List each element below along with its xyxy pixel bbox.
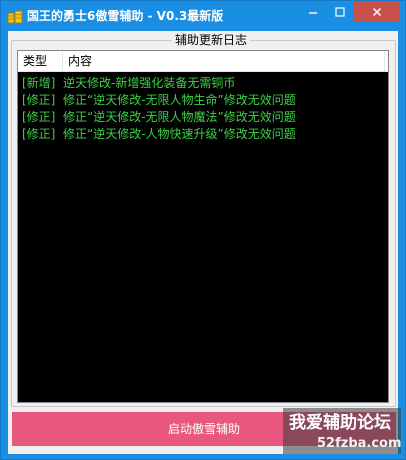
list-item[interactable]: [新增] 逆天修改-新增强化装备无需铜币: [18, 75, 388, 92]
list-item[interactable]: [修正] 修正“逆天修改-人物快速升级”修改无效问题: [18, 126, 388, 143]
row-content: 修正“逆天修改-无限人物生命”修改无效问题: [63, 93, 296, 107]
watermark-url: 52fzba.com: [317, 436, 401, 451]
minimize-icon: [308, 2, 318, 21]
watermark-text: 我爱辅助论坛: [289, 413, 391, 433]
list-item[interactable]: [修正] 修正“逆天修改-无限人物生命”修改无效问题: [18, 92, 388, 109]
list-body: [新增] 逆天修改-新增强化装备无需铜币 [修正] 修正“逆天修改-无限人物生命”修…: [18, 75, 388, 143]
client-area: 辅助更新日志 类型 内容 [新增] 逆天修改-新增强化装备无需铜币 [修正] 修正“…: [8, 31, 398, 454]
row-content: 逆天修改-新增强化装备无需铜币: [63, 76, 236, 90]
title-bar[interactable]: 国王的勇士6傲雪辅助 - V0.3最新版: [1, 1, 405, 31]
list-header: 类型 内容: [18, 51, 388, 72]
app-window: 国王的勇士6傲雪辅助 - V0.3最新版 辅助更新日志 类型 内容 [新增] 逆…: [0, 0, 406, 460]
close-button[interactable]: [353, 1, 400, 22]
coin-stack-icon: [7, 9, 23, 24]
close-icon: [372, 2, 382, 21]
list-item[interactable]: [修正] 修正“逆天修改-无限人物魔法”修改无效问题: [18, 109, 388, 126]
update-log-list[interactable]: 类型 内容 [新增] 逆天修改-新增强化装备无需铜币 [修正] 修正“逆天修改-无限…: [17, 50, 389, 403]
watermark: 我爱辅助论坛 52fzba.com: [283, 408, 401, 454]
row-type: [新增]: [22, 76, 56, 90]
group-title: 辅助更新日志: [172, 32, 251, 48]
row-content: 修正“逆天修改-无限人物魔法”修改无效问题: [63, 110, 296, 124]
minimize-button[interactable]: [299, 1, 327, 22]
row-type: [修正]: [22, 110, 56, 124]
column-header-type[interactable]: 类型: [18, 51, 63, 71]
maximize-icon: [335, 2, 345, 21]
window-title: 国王的勇士6傲雪辅助 - V0.3最新版: [27, 9, 224, 23]
update-log-group: 辅助更新日志 类型 内容 [新增] 逆天修改-新增强化装备无需铜币 [修正] 修正“…: [11, 32, 396, 407]
maximize-button[interactable]: [327, 1, 353, 22]
row-type: [修正]: [22, 93, 56, 107]
row-content: 修正“逆天修改-人物快速升级”修改无效问题: [63, 127, 296, 141]
column-header-content[interactable]: 内容: [63, 51, 385, 71]
row-type: [修正]: [22, 127, 56, 141]
